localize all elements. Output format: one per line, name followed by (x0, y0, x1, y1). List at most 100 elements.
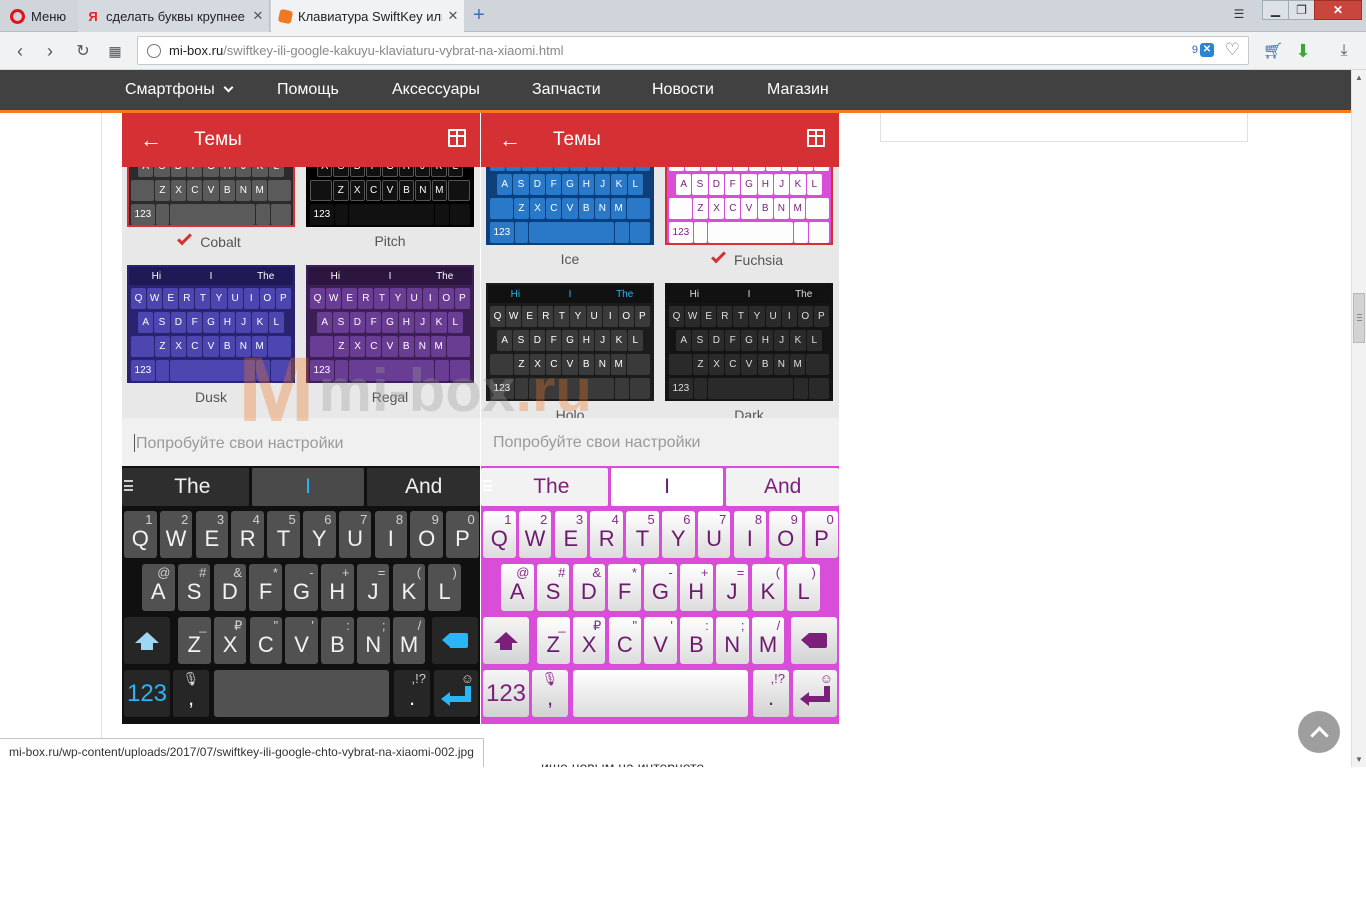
hamburger-icon[interactable] (124, 480, 133, 491)
enter-key[interactable]: ☺ (434, 670, 478, 717)
nav-item-help[interactable]: Помощь (277, 81, 339, 99)
key-n[interactable]: ; N (357, 617, 390, 664)
nav-item-news[interactable]: Новости (652, 81, 714, 99)
enter-key[interactable]: ☺ (793, 670, 837, 717)
scroll-thumb[interactable] (1353, 293, 1365, 343)
key-k[interactable]: (K (392, 564, 426, 611)
maximize-button[interactable]: ❐ (1288, 0, 1315, 20)
numbers-key[interactable]: 123 (124, 670, 170, 717)
close-window-button[interactable]: ✕ (1314, 0, 1362, 20)
speed-dial-icon[interactable]: ▦ (104, 40, 126, 62)
key-m[interactable]: / M (751, 617, 785, 664)
key-x[interactable]: ₽ X (213, 617, 247, 664)
numbers-key[interactable]: 123 (483, 670, 529, 717)
comma-key[interactable]: 🎙︎, (532, 670, 568, 717)
key-q[interactable]: 1Q (124, 511, 157, 558)
space-key[interactable] (573, 670, 748, 717)
bookmark-heart-icon[interactable]: ♡ (1225, 40, 1240, 60)
key-w[interactable]: 2W (518, 511, 552, 558)
close-tab-icon[interactable]: ✕ (442, 8, 464, 24)
back-icon[interactable]: ‹ (9, 40, 31, 62)
downloads-icon[interactable]: ⤓ (1333, 40, 1355, 62)
key-o[interactable]: 9O (769, 511, 802, 558)
key-c[interactable]: " C (608, 617, 642, 664)
key-g[interactable]: -G (644, 564, 677, 611)
suggestion-2[interactable]: I (610, 468, 724, 506)
key-d[interactable]: & D (213, 564, 247, 611)
shift-key[interactable] (124, 617, 170, 664)
key-k[interactable]: (K (751, 564, 785, 611)
comma-key[interactable]: 🎙︎, (173, 670, 209, 717)
key-s[interactable]: # S (536, 564, 570, 611)
key-t[interactable]: 5T (267, 511, 300, 558)
key-q[interactable]: 1Q (483, 511, 516, 558)
suggestion-3[interactable]: And (726, 468, 839, 506)
suggestion-1[interactable]: The (122, 468, 249, 506)
tab-menu-icon[interactable]: ☰ (1226, 4, 1252, 24)
key-e[interactable]: 3E (554, 511, 588, 558)
suggestion-3[interactable]: And (367, 468, 480, 506)
key-j[interactable]: = J (715, 564, 749, 611)
key-v[interactable]: ' V (285, 617, 318, 664)
tab-swiftkey[interactable]: Клавиатура SwiftKey или ✕ (271, 0, 464, 32)
key-d[interactable]: & D (572, 564, 606, 611)
nav-item-parts[interactable]: Запчасти (532, 81, 601, 99)
key-y[interactable]: 6Y (303, 511, 336, 558)
page-scrollbar[interactable]: ▲ ▼ (1351, 70, 1366, 767)
key-j[interactable]: = J (356, 564, 390, 611)
key-z[interactable]: _ Z (537, 617, 570, 664)
adblock-badge[interactable]: 9 ✕ (1192, 43, 1214, 57)
key-r[interactable]: 4R (590, 511, 623, 558)
download-manager-icon[interactable]: ⬇ (1292, 40, 1314, 62)
key-u[interactable]: 7U (697, 511, 731, 558)
reload-icon[interactable]: ↻ (72, 40, 94, 62)
key-f[interactable]: * F (608, 564, 641, 611)
suggestion-2[interactable]: I (251, 468, 365, 506)
backspace-key[interactable] (791, 617, 837, 664)
key-b[interactable]: :B (680, 617, 713, 664)
key-s[interactable]: # S (177, 564, 211, 611)
period-key[interactable]: ,!?. (394, 670, 430, 717)
backspace-key[interactable] (432, 617, 478, 664)
key-c[interactable]: " C (249, 617, 283, 664)
suggestion-1[interactable]: The (481, 468, 608, 506)
key-h[interactable]: + H (680, 564, 713, 611)
scroll-to-top-button[interactable] (1298, 711, 1340, 753)
key-p[interactable]: 0P (805, 511, 838, 558)
url-field[interactable]: mi-box.ru/swiftkey-ili-google-kakuyu-kla… (137, 36, 1249, 65)
key-o[interactable]: 9O (410, 511, 443, 558)
shift-key[interactable] (483, 617, 529, 664)
key-z[interactable]: _ Z (178, 617, 211, 664)
key-v[interactable]: ' V (644, 617, 677, 664)
nav-item-smartphones[interactable]: Смартфоны (125, 81, 234, 99)
forward-icon[interactable]: › (39, 40, 61, 62)
key-h[interactable]: + H (321, 564, 354, 611)
key-w[interactable]: 2W (159, 511, 193, 558)
key-e[interactable]: 3E (195, 511, 229, 558)
key-l[interactable]: ) L (428, 564, 461, 611)
scroll-down-icon[interactable]: ▼ (1352, 752, 1366, 767)
key-a[interactable]: @ A (142, 564, 175, 611)
key-b[interactable]: :B (321, 617, 354, 664)
key-n[interactable]: ; N (716, 617, 749, 664)
key-p[interactable]: 0P (446, 511, 479, 558)
key-x[interactable]: ₽ X (572, 617, 606, 664)
period-key[interactable]: ,!?. (753, 670, 789, 717)
key-r[interactable]: 4R (231, 511, 264, 558)
key-l[interactable]: ) L (787, 564, 820, 611)
key-f[interactable]: * F (249, 564, 282, 611)
key-y[interactable]: 6Y (662, 511, 695, 558)
opera-menu-button[interactable]: Меню (0, 0, 78, 32)
nav-item-accessories[interactable]: Аксессуары (392, 81, 480, 99)
new-tab-button[interactable]: + (469, 5, 489, 26)
close-tab-icon[interactable]: ✕ (247, 8, 269, 24)
hamburger-icon[interactable] (483, 480, 492, 491)
key-i[interactable]: 8I (733, 511, 767, 558)
key-i[interactable]: 8I (374, 511, 408, 558)
key-u[interactable]: 7U (338, 511, 372, 558)
article-screenshot[interactable]: ← Темы HiITheQWERTYUIOPASDFGHJKLZXCVBNM1… (122, 113, 839, 724)
key-a[interactable]: @ A (501, 564, 534, 611)
tab-yandex[interactable]: Я сделать буквы крупнее н ✕ (78, 0, 270, 32)
key-t[interactable]: 5T (626, 511, 659, 558)
scroll-up-icon[interactable]: ▲ (1352, 70, 1366, 85)
